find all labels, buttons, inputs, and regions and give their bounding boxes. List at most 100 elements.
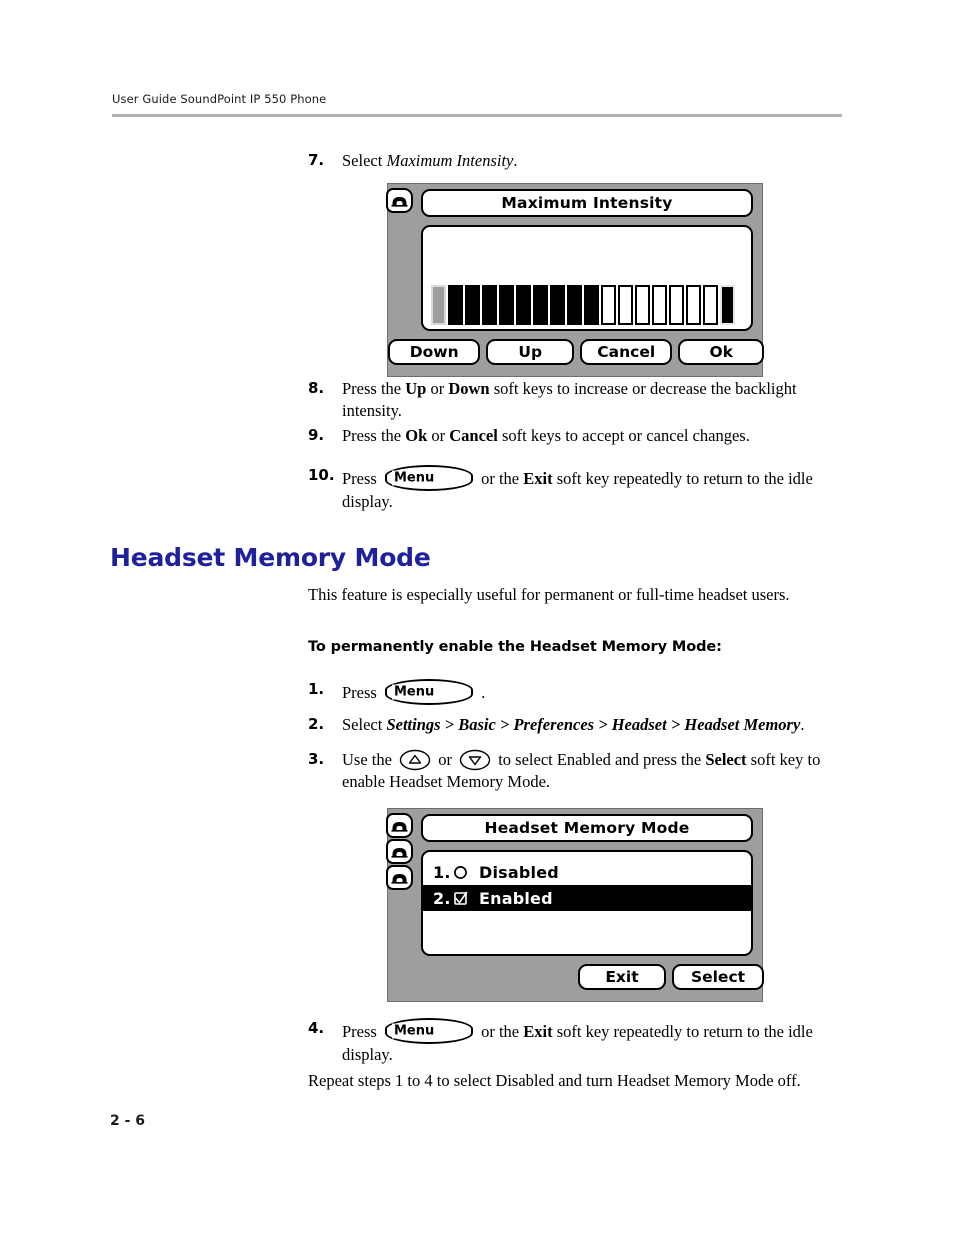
step-9-seg1: Press the [342,426,406,445]
step-8-bold-down: Down [448,379,490,398]
gauge-bar-empty [601,285,616,325]
step-3-seg2: or [434,750,457,769]
soft-key-select[interactable]: Select [672,964,764,990]
step-3-text: Use the or to select Enabled and press t… [342,749,838,793]
gauge-bar-empty [686,285,701,325]
step-9-text: Press the Ok or Cancel soft keys to acce… [342,425,828,447]
gauge-bar-empty [669,285,684,325]
gauge-bar-max-marker [720,285,735,325]
step-3: 3. Use the or to select Enabled and pres… [308,749,838,793]
step-3-number: 3. [308,750,325,768]
step-7-italic: Maximum Intensity [386,151,514,170]
step-1-seg1: Press [342,683,381,702]
soft-key-row-headset: Exit Select [578,964,764,990]
running-header-text: User Guide SoundPoint IP 550 Phone [112,92,327,106]
step-2-text: Select Settings > Basic > Preferences > … [342,714,838,736]
soft-key-row-intensity: Down Up Cancel Ok [388,339,764,365]
lcd-title-intensity: Maximum Intensity [421,189,753,217]
lcd-title-headset: Headset Memory Mode [421,814,753,842]
gauge-bar-empty [635,285,650,325]
soft-key-down[interactable]: Down [388,339,481,365]
step-2-menu-path: Settings > Basic > Preferences > Headset… [386,715,801,734]
soft-key-exit[interactable]: Exit [578,964,666,990]
step-8-number: 8. [308,379,325,397]
step-9-bold-cancel: Cancel [449,426,498,445]
step-7-text: Select Maximum Intensity. [342,150,848,172]
step-7-number: 7. [308,151,325,169]
step-8: 8. Press the Up or Down soft keys to inc… [308,378,828,422]
step-2-seg1: Select [342,715,387,734]
gauge-bar-cursor [431,285,446,325]
list-item-label: Disabled [479,862,559,882]
intensity-gauge [431,285,747,325]
line-key-handset-icon [386,813,413,838]
gauge-bar-filled [567,285,582,325]
step-7: 7. Select Maximum Intensity. [308,150,848,172]
line-key-tabs-headset [386,813,413,890]
soft-key-ok[interactable]: Ok [678,339,764,365]
step-2-number: 2. [308,715,325,733]
step-4-seg1: Press [342,1022,381,1041]
gauge-bar-filled [584,285,599,325]
line-key-handset-icon [386,865,413,890]
step-8-seg2: or [426,379,449,398]
menu-key-label: Menu [391,1023,437,1039]
step-10-bold-exit: Exit [523,469,553,488]
menu-key-label: Menu [391,684,437,700]
up-arrow-key-icon[interactable] [399,749,431,771]
gauge-bar-filled [499,285,514,325]
step-9-number: 9. [308,426,325,444]
step-2-seg2: . [800,715,805,734]
step-10-text: Press Menu or the Exit soft key repeated… [342,465,830,513]
line-key-tabs-intensity [386,188,413,213]
header-divider [112,114,842,117]
running-header: User Guide SoundPoint IP 550 Phone [112,92,842,106]
gauge-bar-empty [618,285,633,325]
gauge-bar-filled [533,285,548,325]
step-8-text: Press the Up or Down soft keys to increa… [342,378,828,422]
document-page: User Guide SoundPoint IP 550 Phone 7. Se… [0,0,954,1235]
step-7-pre: Select [342,151,387,170]
list-item-index: 1. [433,862,451,882]
page-number: 2 - 6 [110,1113,146,1129]
menu-hard-key-icon[interactable]: Menu [384,679,473,705]
step-8-seg1: Press the [342,379,406,398]
step-10-seg2: or the [476,469,524,488]
step-4-text: Press Menu or the Exit soft key repeated… [342,1018,830,1066]
step-4-bold-exit: Exit [523,1022,553,1041]
step-4: 4. Press Menu or the Exit soft key repea… [308,1018,830,1066]
list-item-disabled[interactable]: 1. Disabled [423,859,751,885]
step-1-seg2: . [476,683,486,702]
list-item-index: 2. [433,888,451,908]
list-item-label: Enabled [479,888,553,908]
step-1: 1. Press Menu . [308,679,828,705]
gauge-bar-filled [482,285,497,325]
step-2: 2. Select Settings > Basic > Preferences… [308,714,838,736]
checked-box-icon [453,891,475,906]
menu-key-label: Menu [391,470,437,486]
step-3-seg1: Use the [342,750,397,769]
step-10: 10. Press Menu or the Exit soft key repe… [308,465,830,513]
step-9-seg2: or [427,426,450,445]
step-9-bold-ok: Ok [405,426,428,445]
section-subheading: To permanently enable the Headset Memory… [308,639,722,655]
lcd-body-intensity [421,225,753,331]
menu-hard-key-icon[interactable]: Menu [384,1018,473,1044]
step-1-text: Press Menu . [342,679,828,705]
section-heading: Headset Memory Mode [110,543,431,572]
step-1-number: 1. [308,680,325,698]
step-10-seg1: Press [342,469,381,488]
gauge-bar-filled [448,285,463,325]
figure-headset-memory-mode: Headset Memory Mode 1. Disabled 2. Enabl… [386,808,764,1002]
soft-key-up[interactable]: Up [486,339,574,365]
gauge-bar-filled [465,285,480,325]
soft-key-cancel[interactable]: Cancel [579,339,673,365]
step-3-bold-select: Select [705,750,747,769]
lcd-body-headset: 1. Disabled 2. Enabled [421,850,753,956]
down-arrow-key-icon[interactable] [459,749,491,771]
list-item-enabled[interactable]: 2. Enabled [423,885,751,911]
menu-hard-key-icon[interactable]: Menu [384,465,473,491]
unchecked-circle-icon [453,865,475,880]
line-key-handset-icon [386,188,413,213]
closing-note: Repeat steps 1 to 4 to select Disabled a… [308,1071,801,1090]
